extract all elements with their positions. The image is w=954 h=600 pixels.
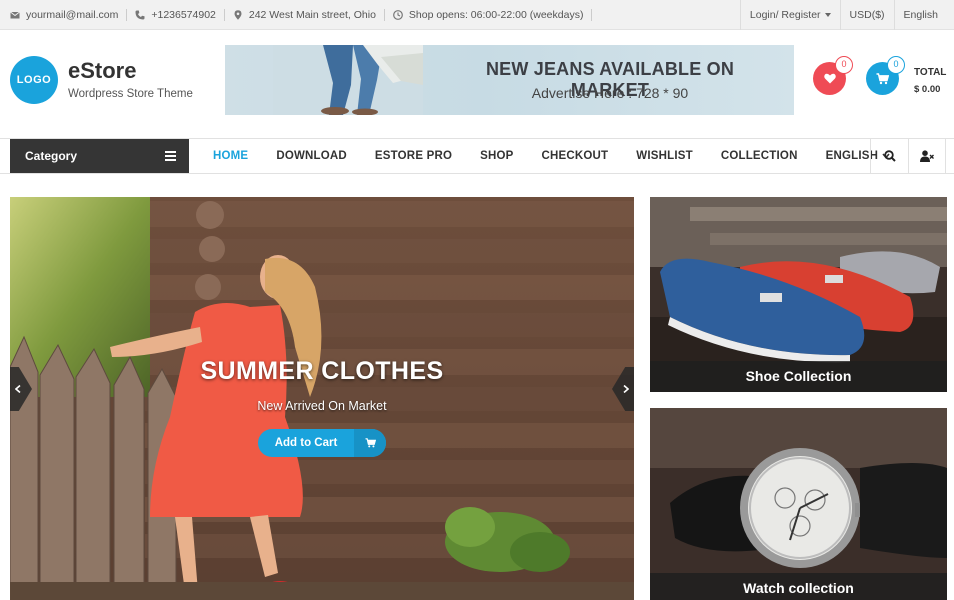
cart-icon	[876, 72, 889, 84]
nav-item-estore-pro[interactable]: ESTORE PRO	[361, 150, 466, 162]
nav-item-checkout[interactable]: CHECKOUT	[528, 150, 623, 162]
hours-text: Shop opens: 06:00-22:00 (weekdays)	[408, 9, 584, 21]
hero-slider[interactable]: SUMMER CLOTHES New Arrived On Market Add…	[10, 197, 634, 600]
envelope-icon	[10, 10, 20, 20]
hours-info: Shop opens: 06:00-22:00 (weekdays)	[393, 9, 584, 21]
account-links: Login/ Register USD($) English	[739, 0, 954, 30]
slide-subtitle: New Arrived On Market	[257, 399, 387, 413]
email-text: yourmail@mail.com	[26, 9, 119, 21]
email-info: yourmail@mail.com	[10, 9, 118, 21]
cart-total-label: TOTAL	[914, 67, 947, 78]
address-text: 242 West Main street, Ohio	[248, 9, 376, 21]
map-marker-icon	[233, 10, 243, 20]
language-label: English	[903, 9, 938, 21]
search-button[interactable]	[870, 139, 908, 173]
shoe-collection-caption: Shoe Collection	[650, 361, 947, 392]
search-icon	[883, 150, 896, 162]
heart-icon	[823, 73, 836, 84]
cart-count-badge: 0	[887, 56, 905, 74]
logo[interactable]: LOGO	[10, 56, 58, 104]
contact-info: yourmail@mail.com +1236574902 242 West M…	[10, 0, 600, 30]
shoe-collection-promo[interactable]: Shoe Collection	[650, 197, 947, 392]
phone-icon	[135, 10, 145, 20]
currency-label: USD($)	[849, 9, 885, 21]
clock-icon	[393, 10, 403, 20]
watch-collection-promo[interactable]: Watch collection	[650, 408, 947, 600]
phone-text: +1236574902	[151, 9, 216, 21]
advertisement-banner[interactable]: NEW JEANS AVAILABLE ON MARKET Advertise …	[225, 45, 794, 115]
site-title[interactable]: eStore	[68, 58, 136, 84]
wishlist-count-badge: 0	[835, 56, 853, 74]
chevron-left-icon	[15, 385, 21, 393]
add-to-cart-button[interactable]: Add to Cart	[258, 429, 386, 457]
phone-info: +1236574902	[135, 9, 216, 21]
nav-item-download[interactable]: DOWNLOAD	[262, 150, 361, 162]
top-bar: yourmail@mail.com +1236574902 242 West M…	[0, 0, 954, 30]
nav-item-shop[interactable]: SHOP	[466, 150, 527, 162]
nav-item-collection[interactable]: COLLECTION	[707, 150, 812, 162]
cart-total-value: $ 0.00	[914, 84, 941, 95]
user-icon	[920, 150, 934, 162]
chevron-down-icon	[824, 13, 831, 17]
address-info: 242 West Main street, Ohio	[233, 9, 376, 21]
user-account-button[interactable]	[908, 139, 946, 173]
hamburger-icon	[165, 151, 176, 161]
jeans-model-image	[273, 45, 423, 115]
site-tagline: Wordpress Store Theme	[68, 88, 193, 100]
watch-collection-image	[650, 408, 947, 600]
slide-title: SUMMER CLOTHES	[200, 357, 444, 385]
main-nav: HOME DOWNLOAD ESTORE PRO SHOP CHECKOUT W…	[195, 139, 904, 173]
currency-selector[interactable]: USD($)	[839, 0, 894, 30]
login-register-link[interactable]: Login/ Register	[739, 0, 840, 30]
banner-subline: Advertise Here : 728 * 90	[531, 85, 689, 101]
add-to-cart-label: Add to Cart	[274, 437, 338, 449]
nav-item-home[interactable]: HOME	[195, 150, 262, 162]
chevron-right-icon	[623, 385, 629, 393]
category-label: Category	[25, 149, 78, 163]
language-selector[interactable]: English	[893, 0, 954, 30]
cart-icon	[354, 429, 386, 457]
watch-collection-caption: Watch collection	[650, 573, 947, 600]
nav-tools	[870, 139, 946, 173]
category-menu-button[interactable]: Category	[10, 139, 189, 173]
nav-item-wishlist[interactable]: WISHLIST	[622, 150, 707, 162]
login-register-label: Login/ Register	[749, 9, 821, 21]
